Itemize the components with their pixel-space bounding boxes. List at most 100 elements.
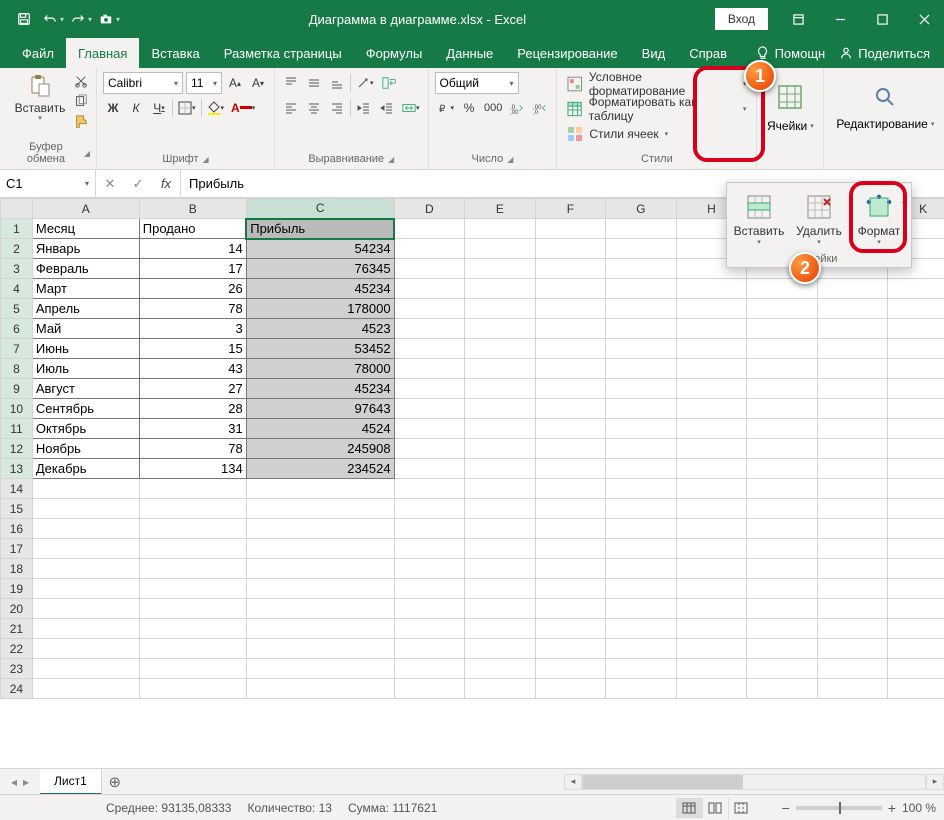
cell-D8[interactable] — [394, 359, 465, 379]
delete-cells-button[interactable]: Удалить▾ — [789, 189, 849, 250]
cell-F23[interactable] — [535, 659, 606, 679]
format-painter-icon[interactable] — [72, 112, 90, 130]
cell-F10[interactable] — [535, 399, 606, 419]
cell-H9[interactable] — [676, 379, 747, 399]
column-header-F[interactable]: F — [535, 199, 606, 219]
cell-I22[interactable] — [747, 639, 818, 659]
cell-K23[interactable] — [888, 659, 944, 679]
cell-G13[interactable] — [606, 459, 677, 479]
cell-J9[interactable] — [817, 379, 888, 399]
cell-K8[interactable] — [888, 359, 944, 379]
cell-G14[interactable] — [606, 479, 677, 499]
cell-E12[interactable] — [465, 439, 536, 459]
cell-C16[interactable] — [246, 519, 394, 539]
cell-C6[interactable]: 4523 — [246, 319, 394, 339]
cell-C21[interactable] — [246, 619, 394, 639]
cell-G15[interactable] — [606, 499, 677, 519]
cell-A11[interactable]: Октябрь — [32, 419, 139, 439]
select-all-corner[interactable] — [1, 199, 33, 219]
hscroll-left-icon[interactable]: ◂ — [564, 774, 582, 790]
cell-F12[interactable] — [535, 439, 606, 459]
tab-file[interactable]: Файл — [10, 38, 66, 68]
cell-H8[interactable] — [676, 359, 747, 379]
cell-B14[interactable] — [139, 479, 246, 499]
save-icon[interactable] — [12, 7, 36, 31]
cell-F21[interactable] — [535, 619, 606, 639]
tab-formulas[interactable]: Формулы — [354, 38, 435, 68]
cell-A21[interactable] — [32, 619, 139, 639]
cell-C4[interactable]: 45234 — [246, 279, 394, 299]
cell-K22[interactable] — [888, 639, 944, 659]
cell-G11[interactable] — [606, 419, 677, 439]
cell-H14[interactable] — [676, 479, 747, 499]
cell-C2[interactable]: 54234 — [246, 239, 394, 259]
tab-page-layout[interactable]: Разметка страницы — [212, 38, 354, 68]
cell-G20[interactable] — [606, 599, 677, 619]
cell-E14[interactable] — [465, 479, 536, 499]
cell-F11[interactable] — [535, 419, 606, 439]
cell-I17[interactable] — [747, 539, 818, 559]
cell-B12[interactable]: 78 — [139, 439, 246, 459]
column-header-G[interactable]: G — [606, 199, 677, 219]
cell-H23[interactable] — [676, 659, 747, 679]
cell-C13[interactable]: 234524 — [246, 459, 394, 479]
zoom-out-icon[interactable]: − — [782, 800, 790, 816]
increase-indent-icon[interactable] — [377, 98, 397, 118]
number-format-combo[interactable]: Общий▾ — [435, 72, 519, 94]
cell-I18[interactable] — [747, 559, 818, 579]
cell-E18[interactable] — [465, 559, 536, 579]
cell-D7[interactable] — [394, 339, 465, 359]
view-normal-icon[interactable] — [676, 798, 702, 818]
cell-C24[interactable] — [246, 679, 394, 699]
cell-F4[interactable] — [535, 279, 606, 299]
cell-E2[interactable] — [465, 239, 536, 259]
cell-G23[interactable] — [606, 659, 677, 679]
cell-D4[interactable] — [394, 279, 465, 299]
cell-A13[interactable]: Декабрь — [32, 459, 139, 479]
cell-D11[interactable] — [394, 419, 465, 439]
align-center-icon[interactable] — [304, 98, 324, 118]
row-header-11[interactable]: 11 — [1, 419, 33, 439]
cell-G18[interactable] — [606, 559, 677, 579]
undo-dropdown-icon[interactable]: ▾ — [60, 15, 64, 24]
row-header-20[interactable]: 20 — [1, 599, 33, 619]
cell-G8[interactable] — [606, 359, 677, 379]
cell-E24[interactable] — [465, 679, 536, 699]
cell-C17[interactable] — [246, 539, 394, 559]
decrease-indent-icon[interactable] — [354, 98, 374, 118]
cell-F2[interactable] — [535, 239, 606, 259]
cell-A10[interactable]: Сентябрь — [32, 399, 139, 419]
cell-I4[interactable] — [747, 279, 818, 299]
maximize-icon[interactable] — [862, 4, 902, 34]
sheet-tab-1[interactable]: Лист1 — [40, 769, 102, 795]
cell-I6[interactable] — [747, 319, 818, 339]
view-page-layout-icon[interactable] — [702, 798, 728, 818]
cell-E3[interactable] — [465, 259, 536, 279]
column-header-D[interactable]: D — [394, 199, 465, 219]
cell-J10[interactable] — [817, 399, 888, 419]
cell-D18[interactable] — [394, 559, 465, 579]
tab-help[interactable]: Справ — [677, 38, 739, 68]
cell-F20[interactable] — [535, 599, 606, 619]
cell-K4[interactable] — [888, 279, 944, 299]
cell-D20[interactable] — [394, 599, 465, 619]
cell-J8[interactable] — [817, 359, 888, 379]
cell-C12[interactable]: 245908 — [246, 439, 394, 459]
row-header-6[interactable]: 6 — [1, 319, 33, 339]
cell-I8[interactable] — [747, 359, 818, 379]
zoom-in-icon[interactable]: + — [888, 800, 896, 816]
camera-icon[interactable] — [94, 7, 118, 31]
dialog-launcher-icon[interactable]: ◢ — [84, 149, 90, 158]
decrease-font-icon[interactable]: A▾ — [248, 73, 268, 93]
cell-J4[interactable] — [817, 279, 888, 299]
cell-H15[interactable] — [676, 499, 747, 519]
cell-E9[interactable] — [465, 379, 536, 399]
cell-J14[interactable] — [817, 479, 888, 499]
cell-G3[interactable] — [606, 259, 677, 279]
increase-decimal-icon[interactable]: ,0,00 — [507, 98, 527, 118]
row-header-4[interactable]: 4 — [1, 279, 33, 299]
cell-A14[interactable] — [32, 479, 139, 499]
cell-C11[interactable]: 4524 — [246, 419, 394, 439]
cell-E7[interactable] — [465, 339, 536, 359]
hscroll-right-icon[interactable]: ▸ — [926, 774, 944, 790]
